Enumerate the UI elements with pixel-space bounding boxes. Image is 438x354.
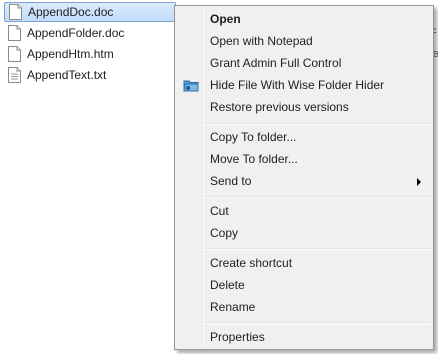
menu-item-open-with-notepad[interactable]: Open with Notepad [177,30,431,52]
submenu-arrow-icon [417,178,421,186]
document-icon [8,46,21,62]
menu-item-copy[interactable]: Copy [177,222,431,244]
menu-item-cut[interactable]: Cut [177,200,431,222]
file-name: AppendFolder.doc [27,26,125,40]
menu-item-restore-previous-versions[interactable]: Restore previous versions [177,96,431,118]
menu-item-label: Send to [210,174,252,188]
text-file-icon [8,67,21,83]
menu-item-rename[interactable]: Rename [177,296,431,318]
menu-item-move-to-folder[interactable]: Move To folder... [177,148,431,170]
menu-item-copy-to-folder[interactable]: Copy To folder... [177,126,431,148]
file-row-appendfolder[interactable]: AppendFolder.doc [4,23,176,43]
menu-item-open[interactable]: Open [177,8,431,30]
file-name: AppendText.txt [27,68,107,82]
file-name: AppendHtm.htm [27,47,114,61]
menu-item-grant-admin-full-control[interactable]: Grant Admin Full Control [177,52,431,74]
file-row-appendhtm[interactable]: AppendHtm.htm [4,44,176,64]
menu-item-hide-file[interactable]: Hide File With Wise Folder Hider [177,74,431,96]
menu-item-send-to[interactable]: Send to [177,170,431,192]
file-name: AppendDoc.doc [28,5,114,19]
menu-separator [205,123,431,125]
file-row-appendtext[interactable]: AppendText.txt [4,65,176,85]
menu-separator [205,322,431,324]
context-menu: Open Open with Notepad Grant Admin Full … [174,5,434,350]
menu-separator [205,196,431,198]
menu-item-label: Hide File With Wise Folder Hider [210,78,385,92]
menu-item-create-shortcut[interactable]: Create shortcut [177,252,431,274]
menu-separator [205,248,431,250]
file-row-appenddoc[interactable]: AppendDoc.doc [4,2,176,22]
document-icon [8,25,21,41]
menu-item-properties[interactable]: Properties [177,326,431,348]
document-icon [9,4,22,20]
folder-hider-icon [183,80,199,92]
menu-item-delete[interactable]: Delete [177,274,431,296]
